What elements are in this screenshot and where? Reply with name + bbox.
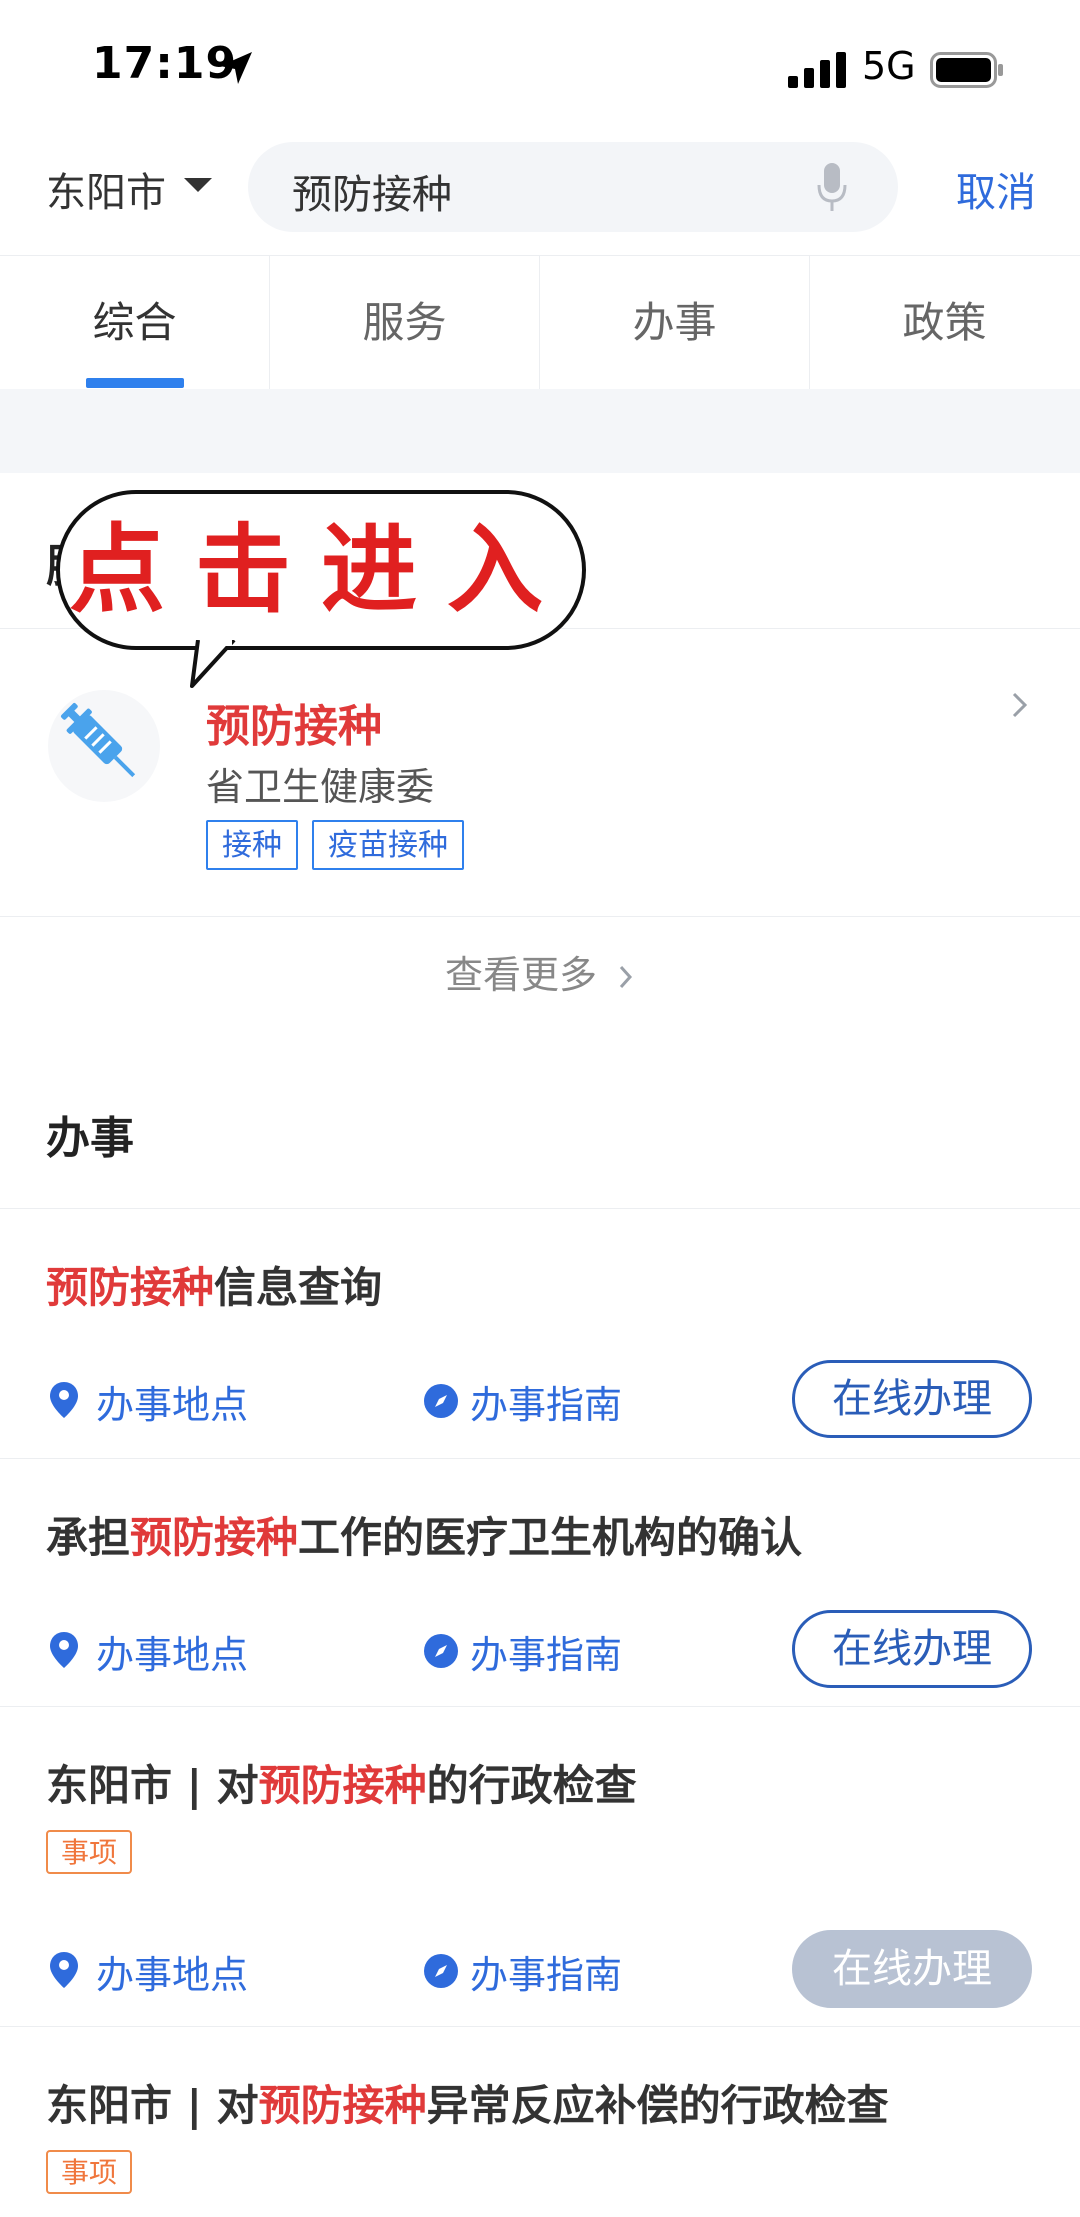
service-department: 省卫生健康委: [206, 765, 435, 809]
guide-link[interactable]: 办事指南: [470, 1944, 622, 1999]
chevron-right-icon: [619, 965, 633, 989]
cellular-signal-icon: [788, 52, 846, 88]
affair-title[interactable]: 东阳市 | 对预防接种的行政检查: [46, 1752, 637, 1813]
location-link[interactable]: 办事地点: [96, 1944, 248, 1999]
compass-icon: [424, 1384, 458, 1418]
location-link[interactable]: 办事地点: [96, 1374, 248, 1429]
affair-title-prefix: 承担: [46, 1513, 131, 1562]
tab-overview[interactable]: 综合: [0, 256, 269, 390]
item-type-badge: 事项: [46, 2150, 132, 2194]
location-arrow-icon: [220, 52, 252, 84]
network-type: 5G: [862, 44, 916, 88]
service-tag: 疫苗接种: [312, 820, 464, 870]
battery-icon: [930, 52, 1003, 88]
affair-title-suffix: 异常反应补偿的行政检查: [426, 2081, 889, 2130]
city-selector[interactable]: 东阳市: [46, 160, 166, 218]
location-pin-icon: [50, 1952, 78, 1988]
affair-title-highlight: 预防接种: [258, 2081, 427, 2130]
online-apply-button[interactable]: 在线办理: [792, 1610, 1032, 1688]
service-tag: 接种: [206, 820, 298, 870]
tab-services[interactable]: 服务: [270, 256, 539, 390]
chevron-right-icon[interactable]: [1010, 690, 1030, 720]
divider: [0, 2026, 1080, 2027]
affair-title-suffix: 信息查询: [214, 1263, 383, 1312]
affair-title[interactable]: 预防接种信息查询: [46, 1254, 382, 1315]
tab-affairs[interactable]: 办事: [540, 256, 809, 390]
view-more-link[interactable]: 查看更多: [0, 944, 1080, 999]
divider: [0, 1208, 1080, 1209]
affair-title-prefix: 东阳市 | 对: [46, 1761, 259, 1810]
section-spacer: [0, 389, 1080, 473]
online-apply-button[interactable]: 在线办理: [792, 1360, 1032, 1438]
divider: [0, 1458, 1080, 1459]
caret-down-icon[interactable]: [184, 178, 212, 192]
affair-title-prefix: 东阳市 | 对: [46, 2081, 259, 2130]
guide-link[interactable]: 办事指南: [470, 1374, 622, 1429]
affair-title[interactable]: 承担预防接种工作的医疗卫生机构的确认: [46, 1504, 802, 1565]
syringe-icon[interactable]: [48, 690, 160, 802]
microphone-icon[interactable]: [816, 163, 848, 213]
cancel-button[interactable]: 取消: [956, 160, 1036, 218]
location-link[interactable]: 办事地点: [96, 1624, 248, 1679]
affairs-section-title: 办事: [46, 1113, 134, 1164]
location-pin-icon: [50, 1382, 78, 1418]
view-more-label[interactable]: 查看更多: [445, 953, 597, 997]
divider: [0, 916, 1080, 917]
callout-text: 点击进入: [69, 513, 573, 626]
guide-link[interactable]: 办事指南: [470, 1624, 622, 1679]
compass-icon: [424, 1954, 458, 1988]
affair-title[interactable]: 东阳市 | 对预防接种异常反应补偿的行政检查: [46, 2072, 889, 2133]
tab-policy[interactable]: 政策: [810, 256, 1079, 390]
compass-icon: [424, 1634, 458, 1668]
online-apply-button-disabled: 在线办理: [792, 1930, 1032, 2008]
tab-bar: 综合 服务 办事 政策: [0, 255, 1080, 391]
location-pin-icon: [50, 1632, 78, 1668]
search-query[interactable]: 预防接种: [292, 162, 452, 220]
item-type-badge: 事项: [46, 1830, 132, 1874]
affair-title-suffix: 的行政检查: [426, 1761, 637, 1810]
affair-title-suffix: 工作的医疗卫生机构的确认: [298, 1513, 803, 1562]
affair-title-highlight: 预防接种: [130, 1513, 299, 1562]
active-tab-indicator: [86, 378, 184, 388]
service-name[interactable]: 预防接种: [206, 690, 382, 754]
divider: [0, 1706, 1080, 1707]
affair-title-highlight: 预防接种: [258, 1761, 427, 1810]
affair-title-highlight: 预防接种: [46, 1263, 215, 1312]
